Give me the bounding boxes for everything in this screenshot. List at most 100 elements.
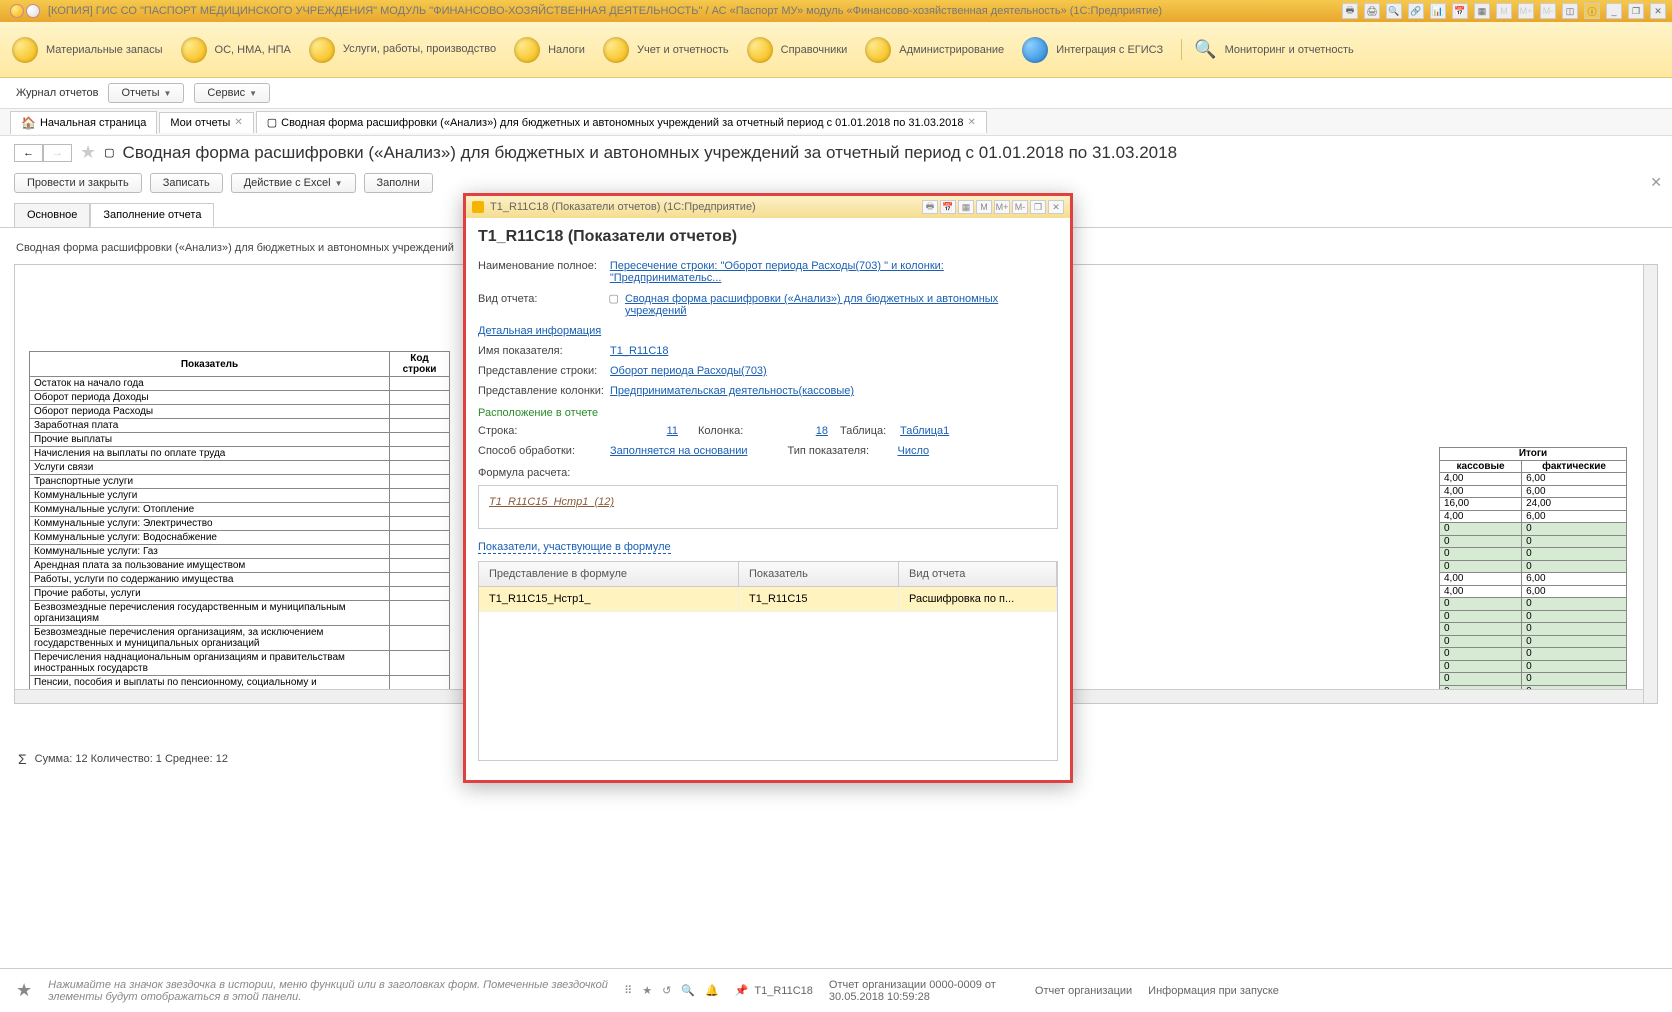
totals-row[interactable]: 00 [1440, 548, 1627, 561]
report-row[interactable]: Прочие выплаты [30, 433, 450, 447]
report-row[interactable]: Прочие работы, услуги [30, 587, 450, 601]
excel-dropdown[interactable]: Действие с Excel▼ [231, 173, 356, 193]
report-row[interactable]: Безвозмездные перечисления организациям,… [30, 626, 450, 651]
totals-row[interactable]: 16,0024,00 [1440, 498, 1627, 511]
modal-calendar-icon[interactable]: 📅 [940, 200, 956, 214]
report-row[interactable]: Коммунальные услуги [30, 489, 450, 503]
participants-grid[interactable]: Представление в формуле Показатель Вид о… [478, 561, 1058, 761]
close-icon[interactable]: ✕ [1650, 3, 1666, 19]
totals-row[interactable]: 00 [1440, 648, 1627, 661]
service-dropdown[interactable]: Сервис▼ [194, 83, 270, 103]
formula-link[interactable]: T1_R11C15_Нстр1_(12) [489, 496, 614, 508]
nav-accounting[interactable]: Учет и отчетность [603, 37, 729, 63]
tab-close-icon[interactable]: ✕ [967, 117, 975, 128]
history-icon[interactable]: ↺ [662, 984, 671, 997]
totals-row[interactable]: 00 [1440, 523, 1627, 536]
vertical-scrollbar[interactable] [1643, 265, 1657, 703]
indname-link[interactable]: T1_R11C18 [610, 345, 669, 357]
participants-link[interactable]: Показатели, участвующие в формуле [478, 541, 671, 554]
panel-icon[interactable]: ◫ [1562, 3, 1578, 19]
nav-refs[interactable]: Справочники [747, 37, 848, 63]
tab-my-reports[interactable]: Мои отчеты✕ [159, 112, 253, 133]
modal-grid-icon[interactable]: ▦ [958, 200, 974, 214]
rowrep-link[interactable]: Оборот периода Расходы(703) [610, 365, 767, 377]
type-link[interactable]: Число [897, 445, 929, 457]
calc-icon[interactable]: 📊 [1430, 3, 1446, 19]
tab-document[interactable]: ▢Сводная форма расшифровки («Анализ») дл… [256, 111, 987, 133]
nav-taxes[interactable]: Налоги [514, 37, 585, 63]
tab-close-icon[interactable]: ✕ [234, 117, 242, 128]
minimize-icon[interactable]: _ [1606, 3, 1622, 19]
bell-icon[interactable]: 🔔 [705, 984, 719, 997]
footer-info[interactable]: Информация при запуске [1148, 985, 1279, 997]
save-button[interactable]: Записать [150, 173, 223, 193]
modal-close-icon[interactable]: ✕ [1048, 200, 1064, 214]
inner-tab-main[interactable]: Основное [14, 203, 90, 227]
totals-row[interactable]: 4,006,00 [1440, 510, 1627, 523]
modal-mplus-icon[interactable]: M+ [994, 200, 1010, 214]
search-icon[interactable]: 🔍 [1386, 3, 1402, 19]
tab-home[interactable]: 🏠Начальная страница [10, 111, 157, 134]
proc-link[interactable]: Заполняется на основании [610, 445, 747, 457]
page-close-icon[interactable]: ✕ [1650, 174, 1662, 191]
report-row[interactable]: Безвозмездные перечисления государственн… [30, 601, 450, 626]
mminus-icon[interactable]: M- [1540, 3, 1556, 19]
footer-star-icon[interactable]: ★ [16, 980, 32, 1001]
report-row[interactable]: Заработная плата [30, 419, 450, 433]
totals-row[interactable]: 4,006,00 [1440, 473, 1627, 486]
column-link[interactable]: 18 [768, 425, 828, 437]
forward-button[interactable]: → [43, 144, 72, 162]
totals-row[interactable]: 4,006,00 [1440, 485, 1627, 498]
line-link[interactable]: 11 [538, 425, 678, 437]
report-row[interactable]: Услуги связи [30, 461, 450, 475]
m-icon[interactable]: M [1496, 3, 1512, 19]
grid-icon[interactable]: ▦ [1474, 3, 1490, 19]
reporttype-link[interactable]: Сводная форма расшифровки («Анализ») для… [625, 293, 1058, 317]
nav-services[interactable]: Услуги, работы, производство [309, 37, 496, 63]
totals-row[interactable]: 00 [1440, 673, 1627, 686]
totals-row[interactable]: 00 [1440, 635, 1627, 648]
apps-icon[interactable]: ⠿ [624, 984, 632, 997]
report-table[interactable]: ПоказательКод строки Остаток на начало г… [29, 351, 450, 704]
star2-icon[interactable]: ★ [642, 984, 652, 997]
maximize-icon[interactable]: ❐ [1628, 3, 1644, 19]
totals-row[interactable]: 4,006,00 [1440, 585, 1627, 598]
fill-button[interactable]: Заполни [364, 173, 433, 193]
print2-icon[interactable]: 🖨 [1364, 3, 1380, 19]
footer-code[interactable]: 📌T1_R11C18 [735, 984, 813, 997]
totals-row[interactable]: 4,006,00 [1440, 573, 1627, 586]
footer-org-report[interactable]: Отчет организации 0000-0009 от 30.05.201… [829, 979, 1019, 1003]
modal-title-bar[interactable]: T1_R11C18 (Показатели отчетов) (1С:Предп… [466, 196, 1070, 218]
totals-row[interactable]: 00 [1440, 610, 1627, 623]
totals-row[interactable]: 00 [1440, 598, 1627, 611]
modal-print-icon[interactable]: 🖶 [922, 200, 938, 214]
totals-row[interactable]: 00 [1440, 660, 1627, 673]
calendar-icon[interactable]: 📅 [1452, 3, 1468, 19]
report-row[interactable]: Коммунальные услуги: Отопление [30, 503, 450, 517]
report-row[interactable]: Оборот периода Расходы [30, 405, 450, 419]
reports-dropdown[interactable]: Отчеты▼ [108, 83, 184, 103]
print-icon[interactable]: 🖶 [1342, 3, 1358, 19]
nav-admin[interactable]: Администрирование [865, 37, 1004, 63]
report-row[interactable]: Начисления на выплаты по оплате труда [30, 447, 450, 461]
post-close-button[interactable]: Провести и закрыть [14, 173, 142, 193]
modal-mminus-icon[interactable]: M- [1012, 200, 1028, 214]
detail-link[interactable]: Детальная информация [478, 325, 601, 337]
fullname-link[interactable]: Пересечение строки: "Оборот периода Расх… [610, 260, 1058, 284]
report-row[interactable]: Коммунальные услуги: Электричество [30, 517, 450, 531]
report-row[interactable]: Арендная плата за пользование имуществом [30, 559, 450, 573]
journal-link[interactable]: Журнал отчетов [16, 87, 98, 99]
back-button[interactable]: ← [14, 144, 43, 162]
footer-org-label[interactable]: Отчет организации [1035, 985, 1132, 997]
inner-tab-fill[interactable]: Заполнение отчета [90, 203, 214, 227]
totals-row[interactable]: 00 [1440, 535, 1627, 548]
modal-restore-icon[interactable]: ❐ [1030, 200, 1046, 214]
totals-row[interactable]: 00 [1440, 560, 1627, 573]
report-row[interactable]: Коммунальные услуги: Газ [30, 545, 450, 559]
totals-row[interactable]: 00 [1440, 623, 1627, 636]
nav-os[interactable]: ОС, НМА, НПА [181, 37, 291, 63]
report-row[interactable]: Коммунальные услуги: Водоснабжение [30, 531, 450, 545]
report-row[interactable]: Перечисления наднациональным организация… [30, 651, 450, 676]
grid-row[interactable]: T1_R11C15_Нстр1_ T1_R11C15 Расшифровка п… [479, 587, 1057, 612]
search2-icon[interactable]: 🔍 [681, 984, 695, 997]
